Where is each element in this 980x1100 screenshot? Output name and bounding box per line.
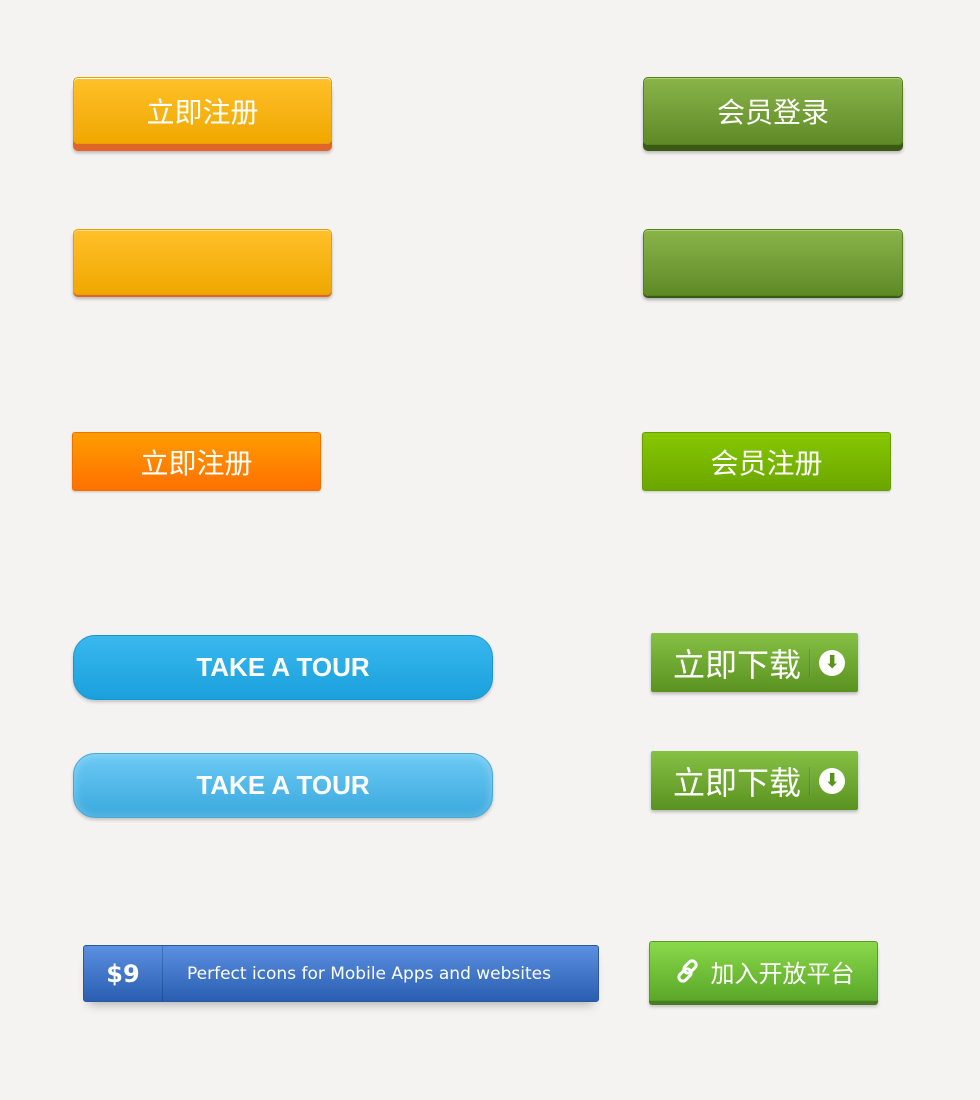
download-button[interactable]: 立即下载 ⬇: [651, 633, 858, 692]
blank-green-button[interactable]: [643, 229, 903, 296]
button-label: 立即注册: [146, 95, 259, 129]
arrow-down-circle-icon: ⬇: [819, 767, 846, 794]
join-platform-button[interactable]: 加入开放平台: [649, 941, 878, 1001]
download-hover-button[interactable]: 立即下载 ⬇: [651, 751, 858, 810]
button-label: 立即注册: [140, 446, 253, 480]
button-label: TAKE A TOUR: [196, 770, 370, 800]
banner-text: Perfect icons for Mobile Apps and websit…: [187, 963, 551, 984]
member-register-button[interactable]: 会员注册: [642, 432, 891, 491]
button-label: 会员登录: [716, 96, 829, 129]
button-label: TAKE A TOUR: [196, 652, 370, 682]
divider: [809, 766, 812, 795]
price-label: $9: [84, 946, 163, 1001]
chain-link-icon: [676, 959, 698, 983]
arrow-down-circle-icon: ⬇: [819, 649, 846, 676]
price-banner-button[interactable]: $9 Perfect icons for Mobile Apps and webs…: [83, 945, 599, 1002]
take-a-tour-button[interactable]: TAKE A TOUR: [73, 635, 493, 700]
button-label: 立即下载: [673, 645, 802, 684]
register-button[interactable]: 立即注册: [73, 77, 332, 144]
button-label: 会员注册: [710, 446, 823, 480]
button-label: 加入开放平台: [710, 959, 855, 988]
divider: [809, 648, 812, 677]
login-button[interactable]: 会员登录: [643, 77, 903, 145]
button-label: 立即下载: [673, 763, 802, 802]
blank-orange-button[interactable]: [73, 229, 332, 295]
register-flat-button[interactable]: 立即注册: [72, 432, 321, 491]
take-a-tour-hover-button[interactable]: TAKE A TOUR: [73, 753, 493, 818]
